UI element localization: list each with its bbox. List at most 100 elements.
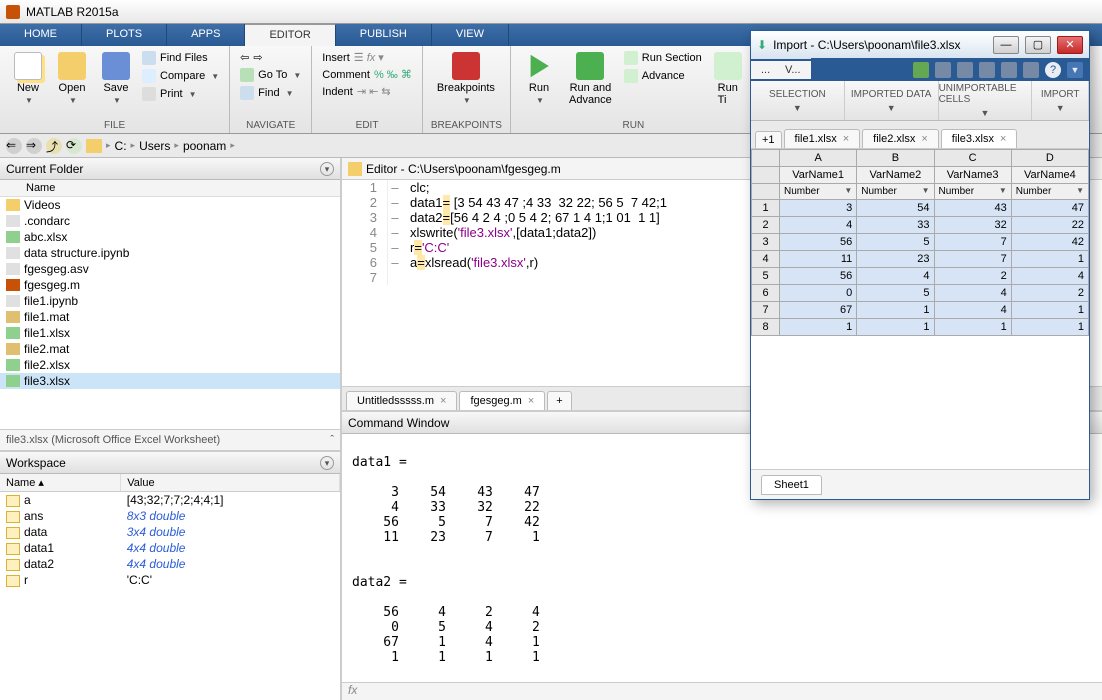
column-name[interactable]: Name ▴ (0, 474, 121, 492)
insert-button[interactable]: Insert ☰ fx ▾ (320, 50, 386, 65)
workspace-row[interactable]: data14x4 double (0, 540, 340, 556)
data-row[interactable]: 556424 (752, 268, 1089, 285)
comment-button[interactable]: Comment % ‰ ⌘ (320, 67, 414, 82)
minimize-button[interactable]: — (993, 36, 1019, 54)
varname-header[interactable]: VarName2 (857, 167, 934, 184)
run-advance-button[interactable]: Run and Advance (563, 50, 618, 108)
import-redo-icon[interactable] (1023, 62, 1039, 78)
run-button[interactable]: Run▼ (519, 50, 559, 107)
expand-icon[interactable]: ˆ (330, 434, 334, 446)
tab-plots[interactable]: PLOTS (82, 24, 167, 46)
run-time-button[interactable]: Run Ti (708, 50, 748, 108)
varname-header[interactable]: VarName3 (934, 167, 1011, 184)
folder-item[interactable]: .condarc (0, 213, 340, 229)
folder-item[interactable]: file1.ipynb (0, 293, 340, 309)
breadcrumb-poonam[interactable]: poonam (183, 139, 226, 153)
import-undo-icon[interactable] (1001, 62, 1017, 78)
data-row[interactable]: 767141 (752, 302, 1089, 319)
sheet-tab[interactable]: Sheet1 (761, 475, 822, 495)
section-imported-data[interactable]: IMPORTED DATA▼ (845, 81, 939, 120)
import-paste-icon[interactable] (979, 62, 995, 78)
type-dropdown[interactable]: Number▼ (857, 184, 934, 200)
fx-prompt[interactable]: fx (342, 682, 1102, 700)
data-row[interactable]: 4112371 (752, 251, 1089, 268)
indent-button[interactable]: Indent ⇥ ⇤ ⇆ (320, 84, 392, 99)
folder-item[interactable]: file1.mat (0, 309, 340, 325)
editor-tab-fgesgeg[interactable]: fgesgeg.m× (459, 391, 545, 410)
help-icon[interactable]: ? (1045, 62, 1061, 78)
open-button[interactable]: Open▼ (52, 50, 92, 107)
nav-forward-icon[interactable]: ⇒ (26, 138, 42, 154)
close-icon[interactable]: × (440, 395, 446, 407)
folder-item[interactable]: fgesgeg.asv (0, 261, 340, 277)
import-filetab-2[interactable]: file2.xlsx× (862, 129, 939, 148)
nav-up-icon[interactable]: ⤴ (46, 138, 62, 154)
folder-item[interactable]: file1.xlsx (0, 325, 340, 341)
tab-apps[interactable]: APPS (167, 24, 245, 46)
col-header[interactable]: C (934, 150, 1011, 167)
nav-back-button[interactable]: ⇦⇨ (238, 50, 264, 65)
data-row[interactable]: 13544347 (752, 200, 1089, 217)
tab-editor[interactable]: EDITOR (245, 24, 335, 46)
breadcrumb-users[interactable]: Users (139, 139, 170, 153)
new-button[interactable]: New▼ (8, 50, 48, 107)
folder-item[interactable]: file2.mat (0, 341, 340, 357)
maximize-button[interactable]: ▢ (1025, 36, 1051, 54)
import-filetab-3[interactable]: file3.xlsx× (941, 129, 1018, 148)
tab-view[interactable]: VIEW (432, 24, 509, 46)
editor-tab-untitled[interactable]: Untitledsssss.m× (346, 391, 457, 410)
breakpoints-button[interactable]: Breakpoints▼ (431, 50, 501, 107)
import-copy-icon[interactable] (957, 62, 973, 78)
column-value[interactable]: Value (121, 474, 340, 492)
import-filetab-1[interactable]: file1.xlsx× (784, 129, 861, 148)
column-name[interactable]: Name (20, 180, 61, 196)
advance-button[interactable]: Advance (622, 68, 704, 84)
folder-item[interactable]: data structure.ipynb (0, 245, 340, 261)
close-button[interactable]: ✕ (1057, 36, 1083, 54)
panel-dropdown-icon[interactable]: ▾ (320, 162, 334, 176)
goto-button[interactable]: Go To▼ (238, 67, 303, 83)
panel-dropdown-icon[interactable]: ▾ (320, 456, 334, 470)
workspace-row[interactable]: data24x4 double (0, 556, 340, 572)
import-plusone[interactable]: +1 (755, 131, 782, 148)
import-title-bar[interactable]: ⬇ Import - C:\Users\poonam\file3.xlsx — … (751, 31, 1089, 59)
find-button[interactable]: Find▼ (238, 85, 295, 101)
import-data-grid[interactable]: ABCDVarName1VarName2VarName3VarName4Numb… (751, 149, 1089, 469)
find-files-button[interactable]: Find Files (140, 50, 221, 66)
col-header[interactable]: D (1011, 150, 1088, 167)
data-row[interactable]: 60542 (752, 285, 1089, 302)
breadcrumb-drive[interactable]: C: (115, 139, 127, 153)
nav-back-icon[interactable]: ⇐ (6, 138, 22, 154)
import-menu-dropdown[interactable]: ▼ (1067, 62, 1083, 78)
run-section-button[interactable]: Run Section (622, 50, 704, 66)
workspace-row[interactable]: data3x4 double (0, 524, 340, 540)
nav-refresh-icon[interactable]: ⟳ (66, 138, 82, 154)
workspace-row[interactable]: a[43;32;7;7;2;4;4;1] (0, 492, 340, 509)
import-tab-view[interactable]: V... (775, 61, 811, 79)
varname-header[interactable]: VarName4 (1011, 167, 1088, 184)
type-dropdown[interactable]: Number▼ (780, 184, 857, 200)
close-icon[interactable]: × (1000, 133, 1006, 145)
varname-header[interactable]: VarName1 (780, 167, 857, 184)
close-icon[interactable]: × (843, 133, 849, 145)
folder-item[interactable]: file3.xlsx (0, 373, 340, 389)
data-row[interactable]: 24333222 (752, 217, 1089, 234)
workspace-row[interactable]: r'C:C' (0, 572, 340, 588)
section-import[interactable]: IMPORT▼ (1032, 81, 1089, 120)
folder-item[interactable]: abc.xlsx (0, 229, 340, 245)
section-unimportable[interactable]: UNIMPORTABLE CELLS▼ (939, 81, 1033, 120)
type-dropdown[interactable]: Number▼ (1011, 184, 1088, 200)
tab-publish[interactable]: PUBLISH (336, 24, 432, 46)
close-icon[interactable]: × (528, 395, 534, 407)
folder-item[interactable]: Videos (0, 197, 340, 213)
save-button[interactable]: Save▼ (96, 50, 136, 107)
type-dropdown[interactable]: Number▼ (934, 184, 1011, 200)
data-row[interactable]: 81111 (752, 319, 1089, 336)
col-header[interactable]: B (857, 150, 934, 167)
import-tab-truncated[interactable]: ... (751, 61, 775, 79)
col-header[interactable]: A (780, 150, 857, 167)
section-selection[interactable]: SELECTION▼ (751, 81, 845, 120)
data-row[interactable]: 3565742 (752, 234, 1089, 251)
add-tab-button[interactable]: + (547, 391, 571, 410)
tab-home[interactable]: HOME (0, 24, 82, 46)
